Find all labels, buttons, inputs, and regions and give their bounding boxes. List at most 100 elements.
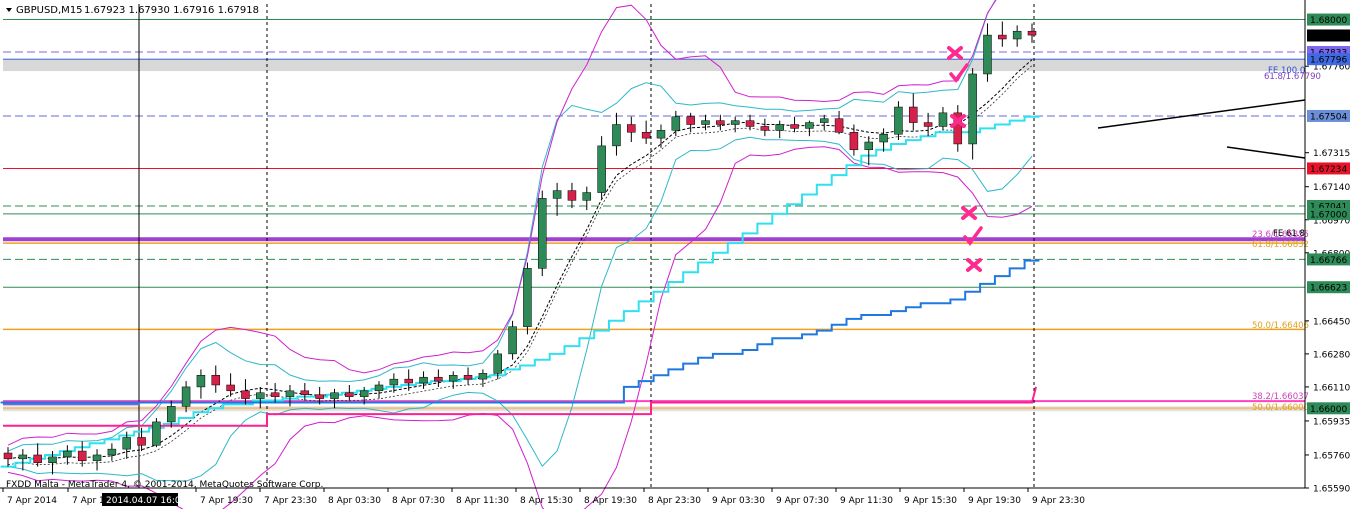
- candle-body: [567, 190, 577, 201]
- candle-body: [434, 376, 443, 382]
- fib-level-label: 50.0/1.66000: [1252, 403, 1309, 413]
- time-tick-label: 7 Apr 2014: [7, 496, 57, 506]
- candle-body: [241, 390, 250, 399]
- price-box-label: 1.68000: [1310, 16, 1347, 26]
- price-tick-label: 1.66450: [1313, 317, 1350, 327]
- fib-level-label: 50.0/1.66406: [1252, 321, 1309, 331]
- fib-level-label: FE 61.8: [1273, 229, 1305, 239]
- time-tick-label: 8 Apr 19:30: [584, 496, 637, 506]
- candle-body: [166, 406, 176, 423]
- price-tick-label: 1.67315: [1313, 149, 1350, 159]
- time-tick-label: 9 Apr 15:30: [904, 496, 957, 506]
- candle-body: [300, 390, 310, 395]
- candle-body: [107, 448, 117, 456]
- candle-body: [909, 106, 918, 123]
- candle-body: [805, 122, 814, 129]
- candle-body: [730, 120, 740, 125]
- candle-body: [330, 392, 339, 399]
- fib-level-label: 38.2/1.66037: [1252, 392, 1309, 402]
- time-tick-label: 7 Apr 1: [72, 496, 105, 506]
- candle-body: [968, 73, 977, 145]
- candle-body: [77, 450, 87, 462]
- candle-body: [285, 390, 295, 397]
- candle-body: [33, 454, 42, 463]
- candle-body: [270, 392, 280, 397]
- time-tick-label: 9 Apr 11:30: [840, 496, 893, 506]
- candle-body: [48, 456, 57, 463]
- candle-body: [493, 353, 502, 374]
- candle-body: [448, 375, 458, 382]
- chart-window: FE 100.0 61.8/1.67790 23.6/1.66855 61.8/1.6…: [0, 0, 1350, 513]
- candle-body: [374, 384, 384, 392]
- candle-body: [419, 376, 428, 384]
- candle-body: [701, 120, 710, 125]
- candle-body: [552, 190, 562, 199]
- candle-body: [152, 421, 161, 446]
- time-tick-label: 9 Apr 19:30: [968, 496, 1021, 506]
- price-tick-label: 1.65590: [1313, 485, 1350, 495]
- candle-body: [819, 118, 829, 123]
- fib-level-label: 61.8/1.67790: [1264, 72, 1321, 82]
- candle-body: [345, 392, 354, 397]
- candle-body: [196, 375, 206, 388]
- time-tick-label: 9 Apr 23:30: [1032, 496, 1085, 506]
- candle-body: [122, 437, 131, 450]
- time-tick-label: 8 Apr 11:30: [456, 496, 509, 506]
- candle-body: [938, 112, 948, 127]
- candle-body: [463, 375, 473, 380]
- candle-body: [656, 130, 666, 139]
- candle-body: [923, 122, 933, 127]
- candle-body: [538, 198, 547, 269]
- candle-body: [894, 106, 903, 135]
- candle-body: [686, 116, 695, 125]
- price-chart[interactable]: FE 100.061.8/1.6779023.6/1.6685561.8/1.6…: [0, 0, 1350, 513]
- price-tick-label: 1.65760: [1313, 451, 1350, 461]
- price-tick-label: 1.65935: [1313, 417, 1350, 427]
- price-tick-label: 1.67140: [1313, 183, 1350, 193]
- candle-body: [478, 373, 488, 380]
- price-box-label: 1.67504: [1310, 112, 1347, 122]
- candle-body: [404, 378, 413, 384]
- candle-body: [523, 268, 532, 327]
- fib-level-label: 61.8/1.66832: [1252, 240, 1309, 250]
- candle-body: [864, 141, 874, 151]
- price-box-label: 1.67796: [1310, 56, 1347, 66]
- candle-body: [627, 124, 636, 133]
- candle-body: [137, 437, 146, 446]
- time-tick-label: 8 Apr 15:30: [520, 496, 573, 506]
- candle-body: [3, 452, 13, 460]
- price-box-label: 1.66000: [1310, 405, 1347, 415]
- ohlc-values: 1.67923 1.67930 1.67916 1.67918: [84, 5, 259, 16]
- price-box-label: 1.67918: [1310, 32, 1347, 42]
- candle-body: [315, 394, 324, 399]
- candle-body: [983, 34, 992, 75]
- chart-header: GBPUSD,M15 1.67923 1.67930 1.67916 1.679…: [6, 5, 259, 16]
- time-tick-label: 9 Apr 07:30: [776, 496, 829, 506]
- price-tick-label: 1.66280: [1313, 350, 1350, 360]
- candle-body: [612, 124, 621, 147]
- candle-body: [256, 392, 265, 399]
- candle-body: [508, 326, 517, 355]
- candle-body: [998, 34, 1007, 40]
- candle-body: [181, 386, 191, 407]
- candle-body: [760, 126, 770, 131]
- candle-body: [834, 118, 844, 133]
- symbol-label: GBPUSD,M15: [16, 5, 83, 16]
- price-box-label: 1.66623: [1310, 284, 1347, 294]
- candle-body: [582, 192, 592, 201]
- candle-body: [849, 132, 859, 151]
- candle-body: [716, 120, 725, 125]
- candle-body: [359, 390, 369, 397]
- crosshair-time: 2014.04.07 16:00: [106, 496, 187, 506]
- candle-body: [597, 145, 606, 193]
- candle-body: [1027, 30, 1037, 36]
- candle-body: [389, 378, 399, 386]
- candle-body: [63, 450, 72, 458]
- price-box-label: 1.67000: [1310, 210, 1347, 220]
- price-box-label: 1.66766: [1310, 256, 1347, 266]
- candle-body: [775, 124, 784, 131]
- price-tick-label: 1.66110: [1313, 383, 1350, 393]
- zone-band-upper: [3, 58, 1305, 72]
- candle-body: [671, 116, 681, 131]
- time-tick-label: 8 Apr 07:30: [392, 496, 445, 506]
